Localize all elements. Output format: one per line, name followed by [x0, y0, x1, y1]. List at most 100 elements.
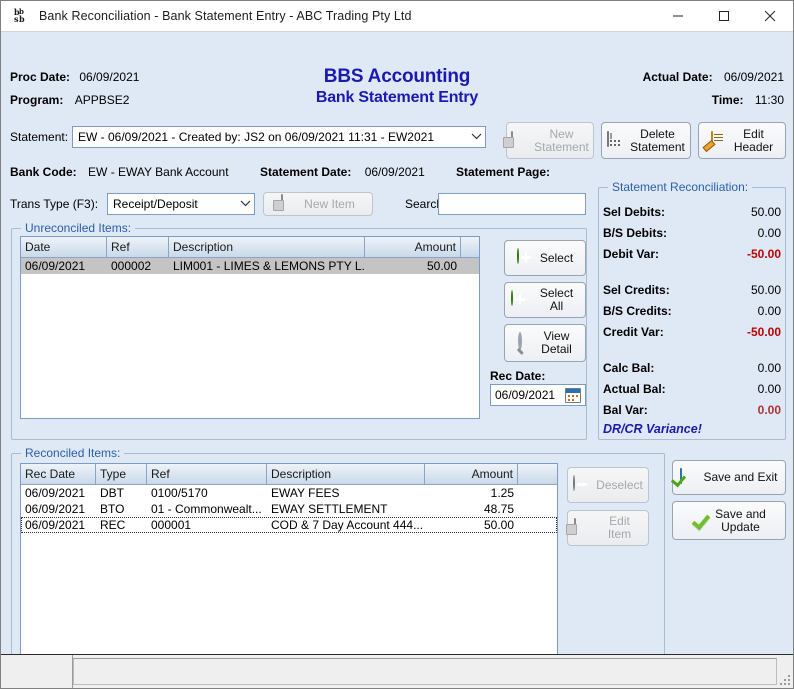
view-detail-button[interactable]: View Detail	[504, 324, 586, 362]
calculator-icon	[607, 132, 625, 150]
cell-rec-date: 06/09/2021	[21, 502, 96, 516]
rec-date-input[interactable]: 06/09/2021	[490, 384, 586, 406]
edit-item-button-label: Edit Item	[597, 515, 642, 541]
col-header-amount[interactable]: Amount	[365, 237, 461, 257]
save-and-exit-label: Save and Exit	[703, 471, 777, 484]
recon-label: Sel Debits:	[603, 205, 665, 219]
table-row[interactable]: 06/09/2021 REC 000001 COD & 7 Day Accoun…	[21, 517, 557, 533]
maximize-button[interactable]	[701, 1, 747, 32]
recon-value: 0.00	[758, 403, 781, 417]
rec-date-label: Rec Date:	[490, 369, 545, 383]
recon-label: Credit Var:	[603, 325, 664, 339]
new-statement-button[interactable]: New Statement	[506, 122, 594, 159]
statement-page-field: Statement Page:	[456, 165, 558, 179]
table-row[interactable]: 06/09/2021 DBT 0100/5170 EWAY FEES 1.25	[21, 485, 557, 501]
cell-description: COD & 7 Day Account 444...	[267, 518, 425, 532]
select-button-label: Select	[540, 252, 573, 265]
col-header-type[interactable]: Type	[96, 464, 147, 484]
col-header-rec-date[interactable]: Rec Date	[21, 464, 96, 484]
recon-line-bs-credits: B/S Credits: 0.00	[603, 304, 781, 318]
recon-line-bs-debits: B/S Debits: 0.00	[603, 226, 781, 240]
statement-label: Statement:	[10, 130, 68, 144]
chevron-down-icon	[469, 132, 483, 143]
cell-description: LIM001 - LIMES & LEMONS PTY L...	[169, 259, 365, 273]
select-button[interactable]: Select	[504, 240, 586, 276]
window-controls	[655, 1, 793, 32]
cell-amount: 48.75	[425, 502, 518, 516]
cell-type: DBT	[96, 486, 147, 500]
cell-amount: 1.25	[425, 486, 518, 500]
select-all-button[interactable]: Select All	[504, 282, 586, 318]
statement-select[interactable]: EW - 06/09/2021 - Created by: JS2 on 06/…	[72, 126, 486, 148]
recon-value: 0.00	[758, 226, 781, 240]
recon-value: 50.00	[751, 205, 781, 219]
recon-line-bal-var: Bal Var: 0.00	[603, 403, 781, 417]
edit-item-button[interactable]: Edit Item	[567, 510, 649, 546]
deselect-button[interactable]: Deselect	[567, 467, 649, 503]
recon-label: Calc Bal:	[603, 361, 654, 375]
statement-date-value: 06/09/2021	[365, 165, 425, 179]
recon-value: 0.00	[758, 382, 781, 396]
col-header-ref[interactable]: Ref	[147, 464, 267, 484]
reconciled-items-grid[interactable]: Rec Date Type Ref Description Amount 06/…	[20, 463, 558, 661]
bank-code-field: Bank Code: EW - EWAY Bank Account	[10, 165, 229, 179]
col-header-description[interactable]: Description	[267, 464, 425, 484]
statement-select-value: EW - 06/09/2021 - Created by: JS2 on 06/…	[78, 130, 434, 144]
resize-grip[interactable]	[777, 655, 793, 688]
cell-ref: 0100/5170	[147, 486, 267, 500]
statement-reconciliation-legend: Statement Reconciliation:	[608, 180, 752, 194]
edit-item-icon	[574, 519, 592, 537]
save-and-update-label-line2: Update	[721, 520, 760, 534]
new-statement-label-line1: New	[550, 127, 574, 141]
bank-code-label: Bank Code:	[10, 165, 77, 179]
reconciled-grid-header: Rec Date Type Ref Description Amount	[21, 464, 557, 485]
delete-statement-button[interactable]: Delete Statement	[601, 122, 691, 159]
minus-circle-icon	[573, 476, 591, 494]
col-header-amount[interactable]: Amount	[425, 464, 518, 484]
cell-amount: 50.00	[425, 518, 518, 532]
minimize-button[interactable]	[655, 1, 701, 32]
recon-label: Bal Var:	[603, 403, 648, 417]
delete-statement-label-line1: Delete	[640, 127, 675, 141]
table-row[interactable]: 06/09/2021 BTO 01 - Commonwealt... EWAY …	[21, 501, 557, 517]
save-document-icon	[680, 469, 698, 487]
rec-date-value: 06/09/2021	[495, 388, 555, 402]
calendar-icon[interactable]	[565, 388, 581, 403]
cell-description: EWAY SETTLEMENT	[267, 502, 425, 516]
time-label: Time:	[712, 93, 744, 107]
col-header-date[interactable]: Date	[21, 237, 107, 257]
magnifier-icon	[518, 334, 536, 352]
status-pane-main	[73, 658, 777, 685]
recon-value: -50.00	[747, 325, 781, 339]
status-pane-left	[1, 655, 73, 688]
cell-ref: 000001	[147, 518, 267, 532]
edit-document-icon	[711, 132, 729, 150]
new-statement-icon	[511, 132, 529, 150]
close-button[interactable]	[747, 1, 793, 32]
col-header-ref[interactable]: Ref	[107, 237, 169, 257]
save-and-exit-button[interactable]: Save and Exit	[672, 460, 786, 495]
recon-value: 50.00	[751, 283, 781, 297]
recon-value: -50.00	[747, 247, 781, 261]
statement-date-field: Statement Date: 06/09/2021	[260, 165, 425, 179]
window-title: Bank Reconciliation - Bank Statement Ent…	[39, 9, 412, 23]
col-header-description[interactable]: Description	[169, 237, 365, 257]
col-header-spacer	[518, 464, 557, 484]
recon-label: Sel Credits:	[603, 283, 670, 297]
new-item-button[interactable]: New Item	[263, 192, 373, 216]
recon-line-credit-var: Credit Var: -50.00	[603, 325, 781, 339]
unreconciled-items-legend: Unreconciled Items:	[21, 221, 135, 235]
table-row[interactable]: 06/09/2021 000002 LIM001 - LIMES & LEMON…	[21, 258, 479, 274]
view-detail-label-line1: View	[544, 329, 570, 343]
recon-line-debit-var: Debit Var: -50.00	[603, 247, 781, 261]
plus-circle-icon	[511, 291, 529, 309]
recon-line-sel-credits: Sel Credits: 50.00	[603, 283, 781, 297]
search-input[interactable]	[438, 193, 586, 215]
unreconciled-items-grid[interactable]: Date Ref Description Amount 06/09/2021 0…	[20, 236, 480, 419]
bank-code-value: EW - EWAY Bank Account	[88, 165, 229, 179]
recon-line-calc-bal: Calc Bal: 0.00	[603, 361, 781, 375]
save-and-update-button[interactable]: Save and Update	[672, 501, 786, 540]
actual-date-label: Actual Date:	[643, 70, 713, 84]
edit-header-button[interactable]: Edit Header	[698, 122, 786, 159]
trans-type-select[interactable]: Receipt/Deposit	[107, 193, 255, 215]
